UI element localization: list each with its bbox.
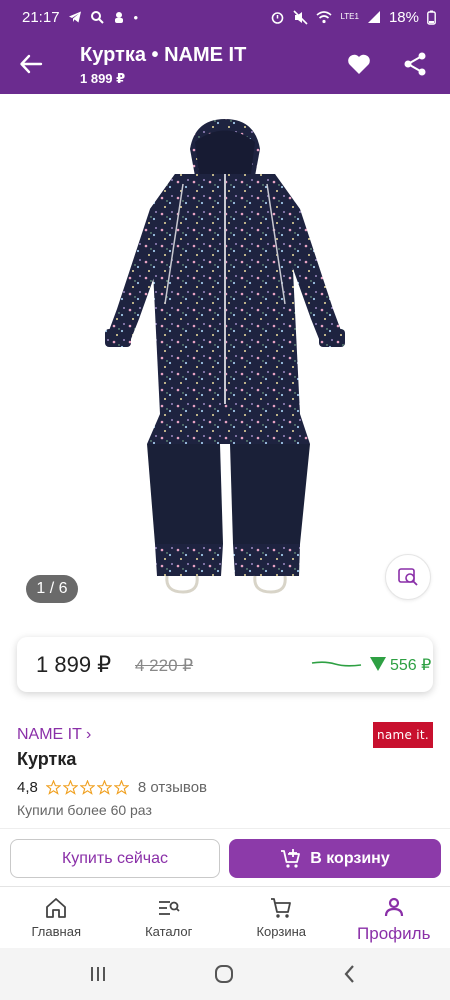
cart-icon — [271, 898, 292, 918]
add-to-cart-button[interactable]: В корзину — [229, 839, 441, 878]
price-down-triangle-icon — [370, 657, 386, 671]
current-price: 1 899 ₽ — [36, 652, 112, 677]
home-icon — [46, 898, 67, 918]
back-arrow-icon[interactable] — [18, 51, 44, 77]
action-bar: Купить сейчас В корзину — [0, 828, 450, 886]
system-navigation-bar — [0, 948, 450, 1000]
nav-item-profile[interactable]: Профиль — [338, 887, 450, 948]
star-icon — [62, 779, 78, 795]
star-icon — [113, 779, 129, 795]
product-image-snowsuit[interactable] — [95, 114, 355, 594]
price-trend-sparkline — [311, 661, 362, 667]
price-drop-amount: 556 ₽ — [390, 657, 432, 674]
nav-profile-label: Профиль — [357, 924, 431, 943]
star-icon — [45, 779, 61, 795]
status-time: 21:17 — [22, 8, 60, 26]
nav-catalog-label: Каталог — [145, 924, 193, 939]
app-header: Куртка • NAME IT 1 899 ₽ — [0, 34, 450, 94]
star-icon — [96, 779, 112, 795]
cart-plus-icon — [281, 848, 301, 868]
share-icon[interactable] — [402, 51, 428, 77]
rating-stars — [45, 779, 129, 795]
status-bar: 21:17 • LTE1 18% — [0, 0, 450, 34]
profile-icon — [384, 897, 403, 917]
image-counter: 1 / 6 — [26, 575, 78, 603]
telegram-icon — [68, 11, 81, 23]
page-title: Куртка • NAME IT — [80, 44, 247, 66]
alarm-icon — [272, 11, 284, 24]
buy-now-button[interactable]: Купить сейчас — [10, 839, 220, 878]
network-label: LTE1 — [340, 12, 359, 21]
more-dot-icon: • — [133, 9, 139, 25]
catalog-search-icon — [158, 901, 180, 915]
brand-link[interactable]: NAME IT › — [17, 726, 91, 744]
notification-app-icon — [114, 12, 123, 23]
favorite-heart-icon[interactable] — [346, 51, 372, 77]
rating-value: 4,8 — [17, 778, 38, 796]
recent-apps-icon[interactable] — [86, 962, 110, 986]
battery-percent: 18% — [388, 8, 419, 26]
add-to-cart-label: В корзину — [310, 849, 390, 867]
purchase-count: Купили более 60 раз — [17, 802, 152, 818]
bottom-navigation: Главная Каталог Корзина Профиль — [0, 886, 450, 948]
signal-icon — [367, 11, 380, 23]
nav-item-home[interactable]: Главная — [0, 887, 113, 948]
price-card[interactable]: 1 899 ₽ 4 220 ₽ 556 ₽ — [17, 637, 433, 692]
wifi-icon — [316, 11, 332, 24]
old-price: 4 220 ₽ — [135, 656, 194, 675]
nav-home-label: Главная — [31, 924, 81, 939]
battery-icon — [427, 10, 436, 25]
reviews-count[interactable]: 8 отзывов — [138, 779, 207, 796]
back-button-icon[interactable] — [338, 962, 362, 986]
rating-row[interactable]: 4,8 8 отзывов — [17, 777, 207, 797]
nav-item-cart[interactable]: Корзина — [225, 887, 338, 948]
mute-icon — [293, 9, 309, 25]
visual-search-button[interactable] — [385, 554, 431, 600]
product-name: Куртка — [17, 749, 77, 769]
nav-item-catalog[interactable]: Каталог — [113, 887, 226, 948]
header-price: 1 899 ₽ — [80, 71, 126, 86]
star-icon — [79, 779, 95, 795]
nav-cart-label: Корзина — [256, 924, 307, 939]
product-gallery[interactable]: 1 / 6 — [0, 94, 450, 619]
search-status-icon — [90, 11, 104, 24]
image-search-icon — [398, 568, 418, 586]
home-button-icon[interactable] — [212, 962, 236, 986]
brand-logo[interactable]: name it. — [373, 722, 433, 748]
